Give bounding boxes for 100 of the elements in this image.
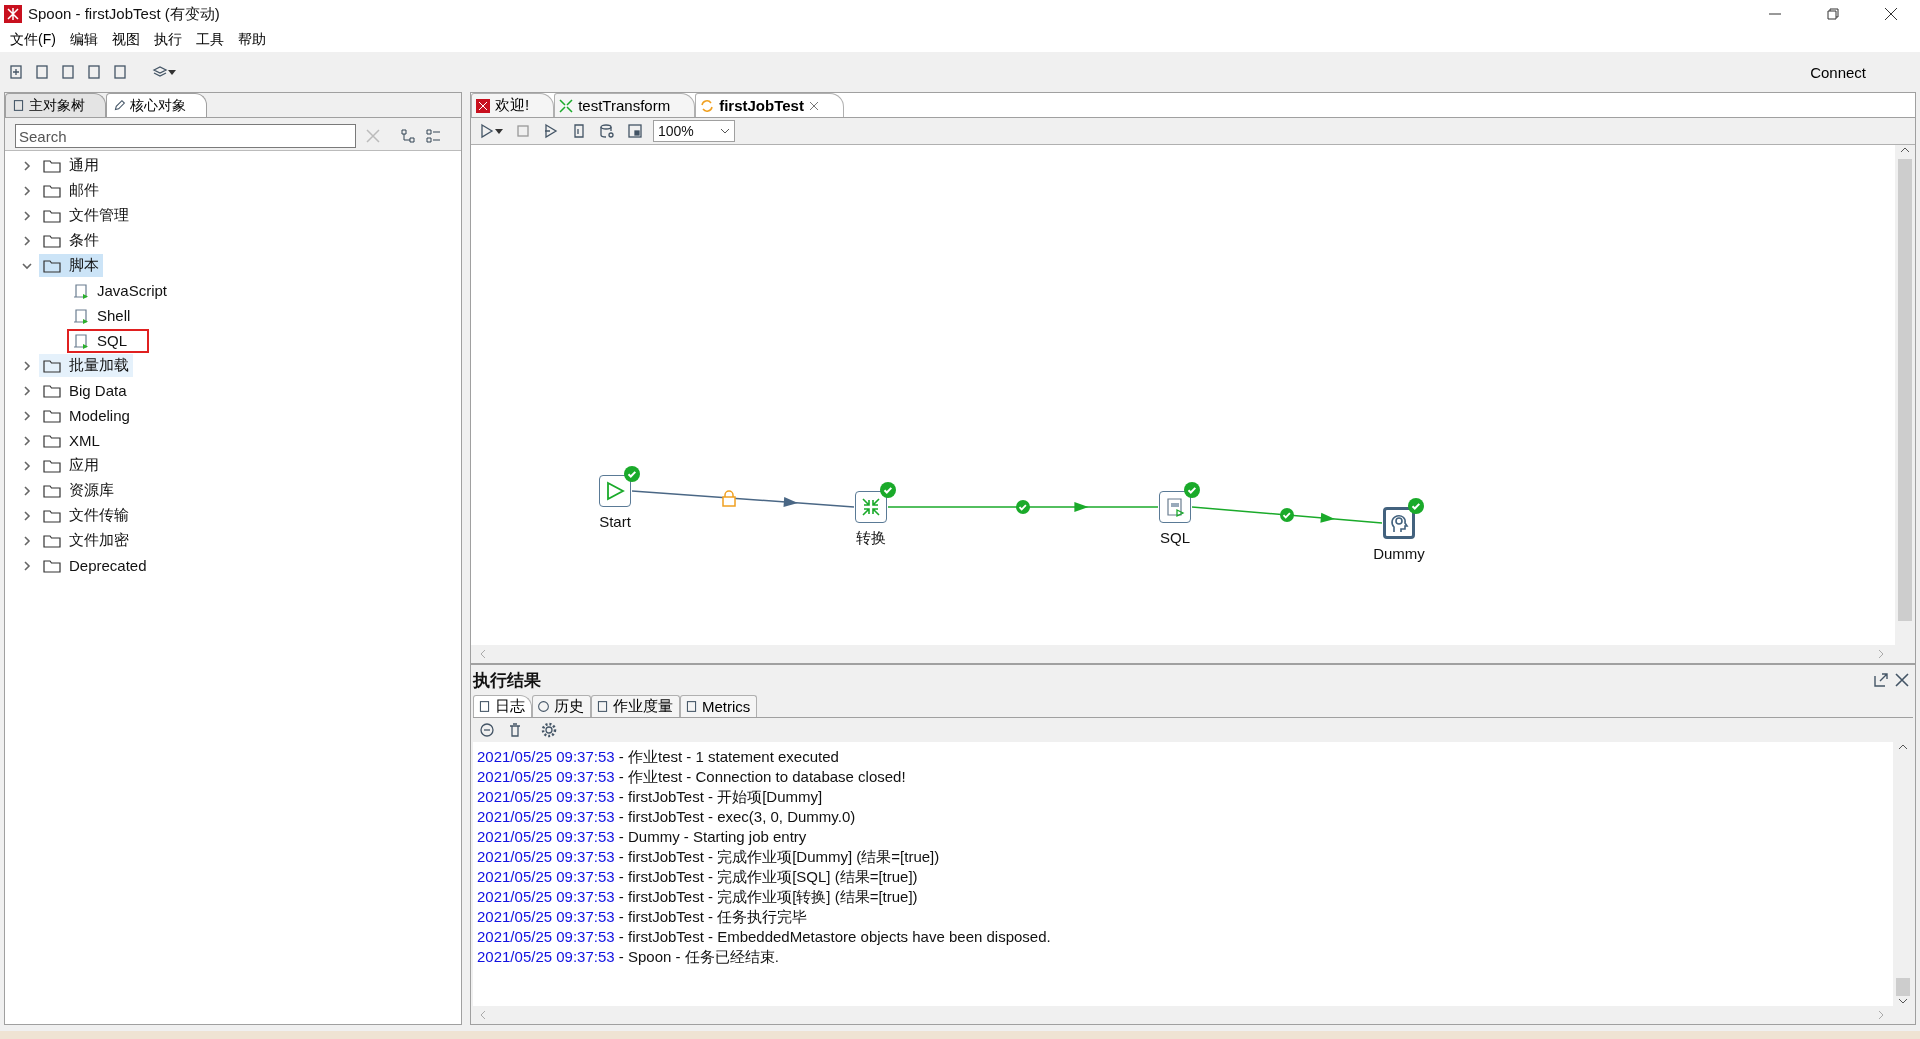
vertical-scrollbar[interactable] <box>1895 145 1915 645</box>
chevron-right-icon <box>21 234 33 247</box>
app-logo-icon <box>476 98 490 113</box>
maximize-icon[interactable] <box>1873 672 1889 688</box>
close-icon <box>1884 7 1898 21</box>
folder-icon <box>43 407 61 424</box>
folder-icon <box>43 357 61 374</box>
pencil-icon <box>113 99 126 112</box>
menu-item[interactable]: 文件(F) <box>4 29 62 51</box>
chevron-down-icon <box>1898 996 1908 1006</box>
square-icon <box>627 123 643 139</box>
result-tab[interactable]: 日志 <box>473 695 532 717</box>
document-icon <box>685 700 698 713</box>
result-tab[interactable]: 作业度量 <box>591 695 680 717</box>
job-entry-node[interactable] <box>599 475 631 507</box>
clear-icon[interactable] <box>365 129 380 143</box>
menu-item[interactable]: 视图 <box>105 29 146 51</box>
chevron-right-icon <box>21 534 33 547</box>
folder-icon <box>43 507 61 524</box>
log-line: 2021/05/25 09:37:53 - 作业test - 1 statement executed <box>477 748 840 767</box>
chevron-right-icon <box>21 184 33 197</box>
tree-item[interactable]: 批量加载 <box>39 354 133 377</box>
editor-tab[interactable]: testTransform <box>554 93 696 117</box>
hop-arrow[interactable] <box>631 490 855 508</box>
close-icon[interactable] <box>1895 673 1909 687</box>
tree-item[interactable]: Shell <box>67 303 153 328</box>
chevron-up-icon <box>1900 145 1910 155</box>
arrows-inward-icon <box>860 496 882 518</box>
horizontal-scrollbar[interactable] <box>471 645 1915 663</box>
log-line: 2021/05/25 09:37:53 - firstJobTest - 任务执行完毕 <box>477 908 809 927</box>
hop-arrow[interactable] <box>1191 506 1383 524</box>
script-icon <box>73 331 91 350</box>
chevron-right-icon <box>21 434 33 447</box>
tree-item[interactable]: Deprecated <box>39 555 151 576</box>
panel-title: 执行结果 <box>473 669 542 692</box>
chevron-right-icon <box>21 559 33 572</box>
search-field[interactable]: Search <box>15 124 356 148</box>
tree-item[interactable]: Modeling <box>39 405 134 426</box>
job-entry-node[interactable] <box>1383 507 1415 539</box>
trash-icon <box>507 722 523 738</box>
collapse-tree-icon[interactable] <box>399 128 416 144</box>
tree-item[interactable]: JavaScript <box>67 278 190 303</box>
arrows-inward-icon <box>559 98 574 113</box>
tree-item[interactable]: 文件传输 <box>39 504 133 527</box>
document-icon <box>478 700 491 713</box>
menu-item[interactable]: 帮助 <box>231 29 272 51</box>
zoom-select[interactable]: 100% <box>653 120 735 142</box>
tree-item[interactable]: SQL <box>67 328 149 353</box>
script-icon <box>73 306 91 325</box>
editor-tab[interactable]: 欢迎! <box>471 93 555 117</box>
chevron-up-icon <box>1898 742 1908 752</box>
database-search-icon <box>599 123 615 139</box>
tree-item[interactable]: 通用 <box>39 154 103 177</box>
tree-item[interactable]: 资源库 <box>39 479 118 502</box>
folder-icon <box>43 207 61 224</box>
chevron-right-icon <box>21 459 33 472</box>
log-line: 2021/05/25 09:37:53 - firstJobTest - 完成作业项[Dummy] (结果=[true]) <box>477 848 941 867</box>
job-entry-node[interactable] <box>1159 491 1191 523</box>
tree-item[interactable]: 条件 <box>39 229 103 252</box>
tree-item[interactable]: 应用 <box>39 454 103 477</box>
result-tab[interactable]: 历史 <box>532 695 591 717</box>
job-entry-node[interactable] <box>855 491 887 523</box>
restore-icon <box>1827 8 1839 20</box>
fit-screen-button[interactable] <box>625 121 645 141</box>
folder-icon <box>43 382 61 399</box>
tree-item[interactable]: 脚本 <box>39 254 103 277</box>
folder-icon <box>43 532 61 549</box>
script-icon <box>73 281 91 300</box>
minus-circle-icon <box>479 722 495 738</box>
list-view-icon[interactable] <box>425 128 441 144</box>
new-file-icon <box>8 64 24 80</box>
scrollbar-thumb[interactable] <box>1896 978 1910 996</box>
close-icon[interactable] <box>808 100 819 111</box>
chevron-right-icon <box>21 159 33 172</box>
document-icon <box>12 99 25 112</box>
chevron-right-icon <box>21 359 33 372</box>
play-icon <box>543 123 559 139</box>
tree-item[interactable]: XML <box>39 430 104 451</box>
tree-item[interactable]: 文件加密 <box>39 529 133 552</box>
menu-item[interactable]: 编辑 <box>63 29 104 51</box>
tree-item[interactable]: 文件管理 <box>39 204 133 227</box>
folder-icon <box>43 457 61 474</box>
chevron-right-icon <box>21 484 33 497</box>
hop-arrow[interactable] <box>887 500 1159 514</box>
panel-tab[interactable]: 主对象树 <box>5 93 106 117</box>
panel-tab[interactable]: 核心对象 <box>106 93 207 117</box>
database-search-button[interactable] <box>597 121 617 141</box>
tree-item[interactable]: Big Data <box>39 380 131 401</box>
chevron-down-icon <box>720 126 730 136</box>
menu-item[interactable]: 工具 <box>189 29 230 51</box>
result-tab[interactable]: Metrics <box>680 695 758 717</box>
clear-log-button[interactable] <box>477 720 497 740</box>
tree-item[interactable]: 邮件 <box>39 179 103 202</box>
settings-button[interactable] <box>539 720 559 740</box>
window-title: Spoon - firstJobTest (有变动) <box>28 4 221 24</box>
editor-tab[interactable]: firstJobTest <box>695 93 844 117</box>
stop-icon <box>515 123 531 139</box>
menu-item[interactable]: 执行 <box>147 29 188 51</box>
folder-icon <box>43 257 61 274</box>
connect-button[interactable]: Connect <box>1804 62 1872 82</box>
